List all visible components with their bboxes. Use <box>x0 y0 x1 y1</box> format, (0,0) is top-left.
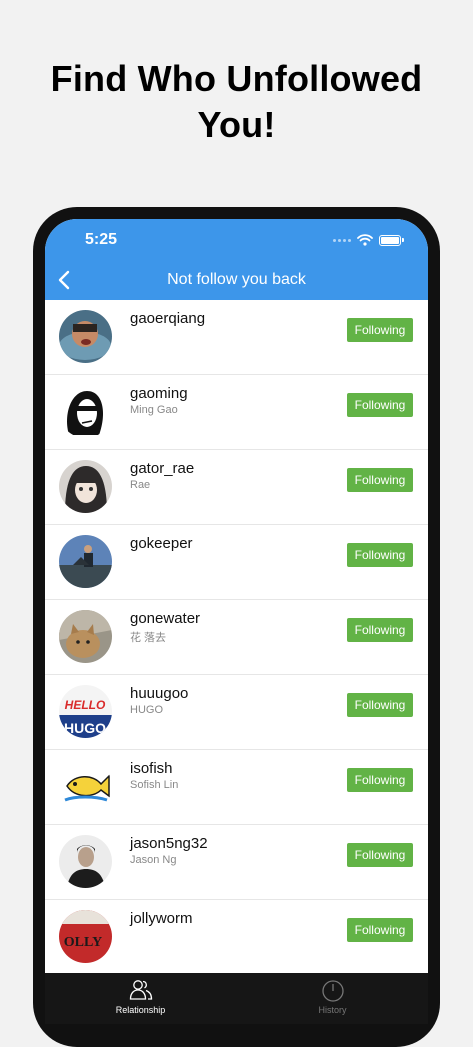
username: gonewater <box>130 610 201 627</box>
phone-screen: 5:25 Not follow you back gaoerqiang Foll… <box>45 219 428 1024</box>
list-item[interactable]: gokeeper Following <box>45 525 428 600</box>
user-list: gaoerqiang Following gaoming Ming Gao Fo… <box>45 300 428 975</box>
tab-label: History <box>318 1005 347 1015</box>
clock-icon <box>322 980 344 1002</box>
display-name: Sofish Lin <box>130 779 179 791</box>
following-button[interactable]: Following <box>347 693 413 717</box>
status-time: 5:25 <box>85 231 118 248</box>
tab-relationship[interactable]: Relationship <box>45 973 236 1024</box>
list-item[interactable]: gator_rae Rae Following <box>45 450 428 525</box>
avatar <box>59 610 112 663</box>
avatar <box>59 535 112 588</box>
username: jason5ng32 <box>130 835 208 852</box>
list-item[interactable]: HELLO HUGO huuugoo HUGO Following <box>45 675 428 750</box>
svg-text:HELLO: HELLO <box>65 698 106 712</box>
people-icon <box>129 980 153 1000</box>
avatar <box>59 460 112 513</box>
avatar <box>59 760 112 813</box>
username: gaoerqiang <box>130 310 206 327</box>
username: gokeeper <box>130 535 193 552</box>
promo-headline-line2: You! <box>197 104 276 145</box>
svg-text:OLLY: OLLY <box>64 935 102 950</box>
following-button[interactable]: Following <box>347 768 413 792</box>
list-item[interactable]: gaoerqiang Following <box>45 300 428 375</box>
tab-history[interactable]: History <box>237 973 428 1024</box>
following-button[interactable]: Following <box>347 318 413 342</box>
avatar <box>59 385 112 438</box>
avatar: OLLY <box>59 910 112 963</box>
promo-headline: Find Who Unfollowed You! <box>0 56 473 148</box>
list-item[interactable]: gonewater 花 落去 Following <box>45 600 428 675</box>
display-name: HUGO <box>130 704 163 716</box>
following-button[interactable]: Following <box>347 918 413 942</box>
avatar <box>59 835 112 888</box>
following-button[interactable]: Following <box>347 543 413 567</box>
username: huuugoo <box>130 685 189 702</box>
following-button[interactable]: Following <box>347 468 413 492</box>
display-name: Rae <box>130 479 151 491</box>
username: gator_rae <box>130 460 195 477</box>
battery-icon <box>379 234 401 246</box>
svg-text:HUGO: HUGO <box>64 720 106 736</box>
wifi-icon <box>357 234 373 246</box>
display-name: 花 落去 <box>130 632 167 644</box>
username: gaoming <box>130 385 188 402</box>
following-button[interactable]: Following <box>347 393 413 417</box>
promo-headline-line1: Find Who Unfollowed <box>50 58 423 99</box>
list-item[interactable]: jason5ng32 Jason Ng Following <box>45 825 428 900</box>
navigation-header: 5:25 Not follow you back <box>45 219 428 300</box>
username: jollyworm <box>130 910 193 927</box>
list-item[interactable]: OLLY jollyworm Following <box>45 900 428 975</box>
list-item[interactable]: gaoming Ming Gao Following <box>45 375 428 450</box>
following-button[interactable]: Following <box>347 618 413 642</box>
page-title: Not follow you back <box>167 271 306 288</box>
signal-icon <box>333 238 351 242</box>
username: isofish <box>130 760 173 777</box>
tab-label: Relationship <box>115 1005 166 1015</box>
following-button[interactable]: Following <box>347 843 413 867</box>
display-name: Ming Gao <box>130 404 178 416</box>
display-name: Jason Ng <box>130 854 177 866</box>
avatar <box>59 310 112 363</box>
status-icons <box>333 234 404 246</box>
tab-bar: Relationship History <box>45 973 428 1024</box>
list-item[interactable]: isofish Sofish Lin Following <box>45 750 428 825</box>
avatar: HELLO HUGO <box>59 685 112 738</box>
